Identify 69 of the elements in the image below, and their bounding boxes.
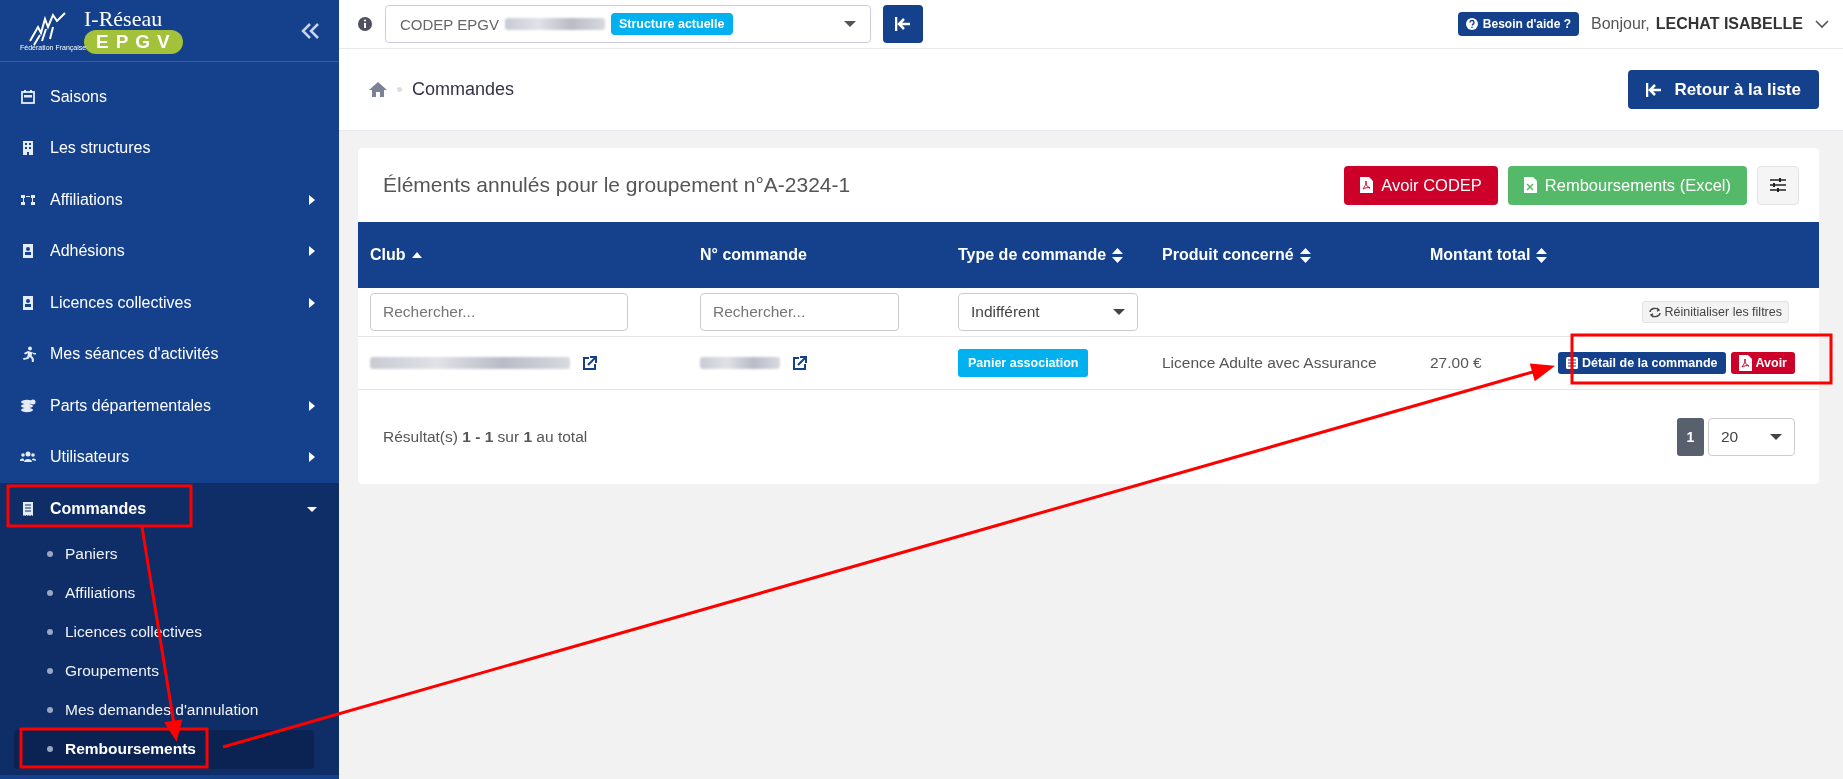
column-header[interactable]: Produit concerné — [1150, 246, 1311, 264]
sidebar-subitem[interactable]: Affiliations — [14, 573, 314, 613]
sidebar-item[interactable]: Les structures — [0, 122, 339, 174]
refresh-icon — [1648, 306, 1661, 318]
sidebar-item[interactable]: Mes séances d'activités — [0, 328, 339, 380]
caret-down-icon — [1113, 308, 1125, 316]
building-icon — [20, 140, 36, 157]
home-icon[interactable] — [369, 82, 387, 97]
sidebar-subitem[interactable]: Mes demandes d'annulation — [14, 690, 314, 730]
search-field[interactable]: Rechercher... — [700, 293, 899, 331]
table-cell-text: Licence Adulte avec Assurance — [1161, 354, 1378, 372]
running-icon — [20, 346, 36, 363]
table-cell-text: 27.00 € — [1429, 354, 1483, 372]
arrow-left-bar-icon — [895, 17, 911, 31]
info-icon[interactable] — [357, 16, 373, 32]
order-detail-button[interactable]: Détail de la commande — [1558, 352, 1726, 374]
pdf-export-button[interactable]: Avoir CODEP — [1344, 165, 1498, 205]
sort-icon — [1299, 247, 1311, 263]
sort-icon — [1536, 247, 1548, 263]
sidebar-item[interactable]: Utilisateurs — [0, 431, 339, 483]
sidebar-subitem[interactable]: Groupements — [14, 651, 314, 691]
column-header[interactable]: Type de commande — [946, 246, 1124, 264]
sidebar-item[interactable]: Parts départementales — [0, 380, 339, 432]
logo-title: I-Réseau — [84, 7, 164, 30]
column-header[interactable]: N° commande — [688, 246, 807, 264]
reset-filters-button[interactable]: Réinitialiser les filtres — [1641, 301, 1789, 323]
receipt-icon — [20, 500, 36, 517]
external-link-icon[interactable] — [582, 355, 597, 371]
column-header[interactable]: Club — [358, 246, 422, 264]
page-size-dropdown[interactable]: 20 — [1708, 418, 1795, 456]
sidebar-item[interactable]: Commandes — [0, 483, 339, 535]
pdf-file-icon — [1738, 355, 1752, 371]
page-button[interactable]: 1 — [1677, 418, 1704, 456]
sidebar-item[interactable]: Saisons — [0, 71, 339, 123]
pdf-file-icon — [1360, 177, 1374, 193]
order-type-badge: Panier association — [958, 349, 1089, 377]
sidebar-item[interactable]: Adhésions — [0, 225, 339, 277]
results-summary: Résultat(s) 1 - 1 sur 1 au total — [383, 428, 588, 446]
sidebar-item[interactable]: Affiliations — [0, 174, 339, 226]
external-link-icon[interactable] — [792, 355, 807, 371]
sort-icon — [1112, 247, 1124, 263]
id-card-icon — [20, 243, 36, 260]
card-title: Éléments annulés pour le groupement n°A-2324-1 — [383, 173, 851, 197]
spreadsheet-file-icon — [1523, 177, 1537, 193]
type-dropdown[interactable]: Indifférent — [958, 293, 1138, 331]
sliders-icon — [1770, 178, 1786, 192]
search-field[interactable]: Rechercher... — [370, 293, 628, 331]
sidebar-subitem[interactable]: Paniers — [14, 534, 314, 574]
breadcrumb-item: Commandes — [412, 79, 515, 100]
sort-ascending-icon — [411, 251, 422, 259]
id-card-icon — [20, 294, 36, 311]
back-button[interactable]: Retour à la liste — [1628, 70, 1819, 109]
exit-structure-button[interactable] — [883, 5, 923, 43]
current-structure-badge: Structure actuelle — [610, 13, 733, 35]
caret-down-icon — [1770, 433, 1782, 441]
sidebar-item[interactable]: Licences collectives — [0, 277, 339, 329]
coins-icon — [20, 397, 36, 414]
credit-note-button[interactable]: Avoir — [1730, 352, 1795, 374]
help-button[interactable]: Besoin d'aide ? — [1457, 12, 1579, 36]
calendar-icon — [20, 88, 36, 105]
arrow-left-bar-icon — [1646, 82, 1663, 97]
caret-down-icon — [844, 20, 856, 28]
user-menu[interactable]: LECHAT ISABELLE — [1655, 15, 1803, 33]
greeting-text: Bonjour, — [1591, 15, 1650, 33]
settings-button[interactable] — [1757, 165, 1799, 205]
chevron-down-icon[interactable] — [1815, 19, 1829, 29]
structure-select[interactable]: CODEP EPGV Structure actuelle — [385, 5, 871, 43]
help-icon — [1465, 18, 1478, 30]
column-header[interactable]: Montant total — [1418, 246, 1548, 264]
